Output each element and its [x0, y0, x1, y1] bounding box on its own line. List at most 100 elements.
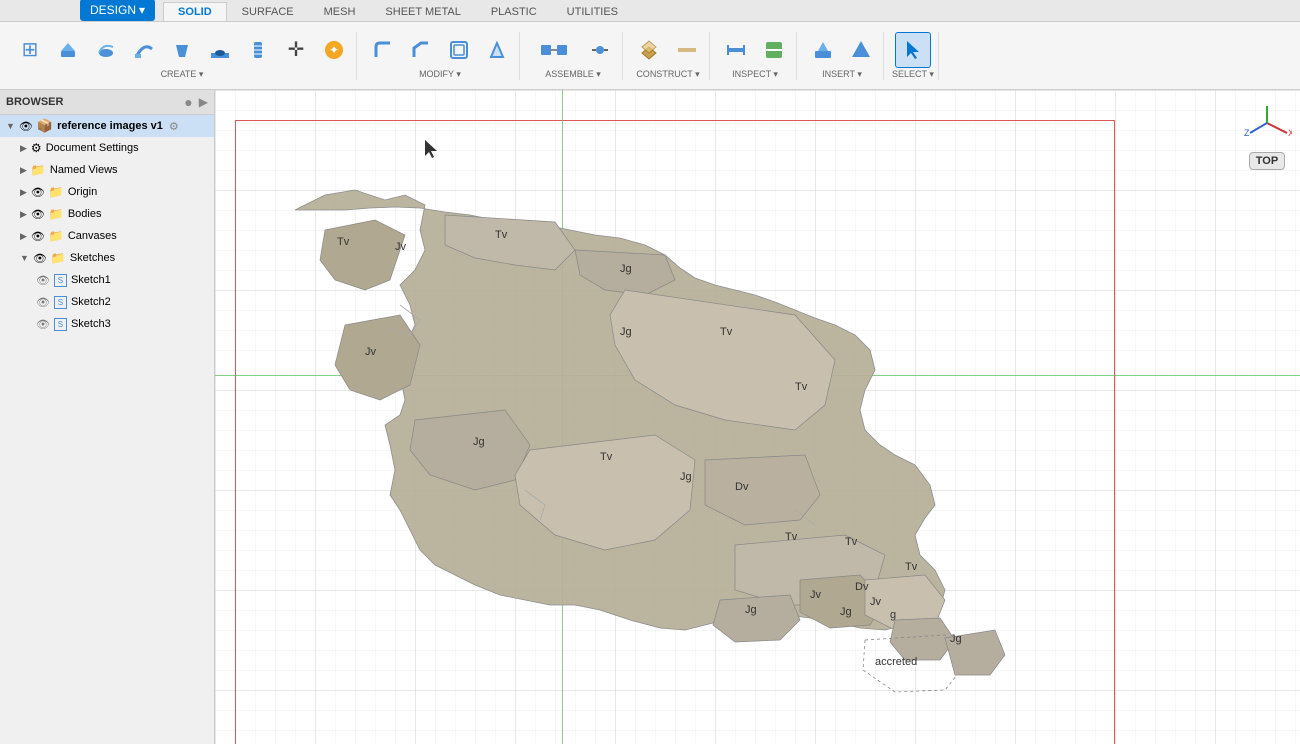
insert-mesh-button[interactable] [843, 32, 879, 68]
browser-arrow[interactable]: ▶ [199, 95, 208, 109]
folder-icon: 📁 [49, 207, 64, 221]
create-group: ⊞ [8, 32, 357, 80]
eye-icon[interactable]: 👁 [31, 208, 45, 221]
sidebar-item-canvases[interactable]: ▶ 👁 📁 Canvases [0, 225, 214, 247]
expand-icon: ▶ [20, 165, 27, 176]
tab-utilities[interactable]: UTILITIES [552, 2, 633, 21]
tab-surface[interactable]: SURFACE [227, 2, 309, 21]
svg-text:accreted: accreted [875, 656, 917, 668]
expand-icon: ▼ [20, 253, 29, 263]
bodies-label: Bodies [68, 208, 102, 220]
svg-text:X: X [1288, 128, 1292, 138]
sidebar-item-named-views[interactable]: ▶ 📁 Named Views [0, 159, 214, 181]
assemble-group: ASSEMBLE ▾ [524, 32, 623, 80]
eye-icon[interactable]: 👁 [31, 186, 45, 199]
svg-text:Jg: Jg [473, 436, 485, 448]
sidebar-item-document-settings[interactable]: ▶ ⚙ Document Settings [0, 137, 214, 159]
named-views-label: Named Views [50, 164, 118, 176]
axis-indicator: X Z [1242, 98, 1292, 148]
thread-button[interactable] [240, 32, 276, 68]
svg-text:Jg: Jg [620, 263, 632, 275]
tab-sheet-metal[interactable]: SHEET METAL [370, 2, 475, 21]
sidebar-item-sketches[interactable]: ▼ 👁 📁 Sketches [0, 247, 214, 269]
svg-text:Tv: Tv [905, 561, 918, 573]
svg-text:Jv: Jv [870, 596, 882, 608]
view-top-label[interactable]: TOP [1249, 152, 1285, 170]
eye-icon[interactable]: 👁 [19, 120, 33, 133]
sidebar-item-sketch3[interactable]: 👁 S Sketch3 [0, 313, 214, 335]
section-analysis-button[interactable] [756, 32, 792, 68]
tab-plastic[interactable]: PLASTIC [476, 2, 552, 21]
svg-text:Z: Z [1244, 128, 1250, 138]
view-cube-area: X Z TOP [1242, 98, 1292, 170]
sketch-icon: S [54, 318, 67, 331]
svg-text:Jg: Jg [950, 633, 962, 645]
viewport[interactable]: Tv Jv Tv Jg Tv Jv Jg Tv Dv Tv Tv Tv Dv J… [215, 90, 1300, 744]
design-label: DESIGN [90, 3, 136, 17]
joint-button[interactable] [582, 32, 618, 68]
top-label-text: TOP [1256, 155, 1278, 167]
svg-text:Tv: Tv [600, 451, 613, 463]
svg-text:Dv: Dv [855, 581, 869, 593]
insert-group: INSERT ▾ [801, 32, 884, 80]
design-button[interactable]: DESIGN ▾ [80, 0, 155, 21]
measure-button[interactable] [718, 32, 754, 68]
canvases-label: Canvases [68, 230, 117, 242]
svg-text:Jg: Jg [620, 326, 632, 338]
sweep-button[interactable] [126, 32, 162, 68]
expand-icon: ▶ [20, 231, 27, 242]
expand-icon: ▶ [20, 143, 27, 154]
construct-group: CONSTRUCT ▾ [627, 32, 710, 80]
select-button[interactable] [895, 32, 931, 68]
root-settings-icon[interactable]: ⚙ [169, 120, 179, 133]
fillet-button[interactable] [365, 32, 401, 68]
eye-icon[interactable]: 👁 [33, 252, 47, 265]
gear-icon: ⚙ [31, 141, 42, 155]
create-label: CREATE ▾ [161, 69, 204, 80]
svg-text:Tv: Tv [845, 536, 858, 548]
sidebar-item-sketch2[interactable]: 👁 S Sketch2 [0, 291, 214, 313]
sidebar-item-origin[interactable]: ▶ 👁 📁 Origin [0, 181, 214, 203]
sidebar: BROWSER ● ▶ ▼ 👁 📦 reference images v1 ⚙ … [0, 90, 215, 744]
move-button[interactable]: ✛ [278, 32, 314, 68]
revolve-button[interactable] [88, 32, 124, 68]
shell-button[interactable] [441, 32, 477, 68]
sidebar-item-sketch1[interactable]: 👁 S Sketch1 [0, 269, 214, 291]
eye-icon[interactable]: 👁 [31, 230, 45, 243]
sketch2-label: Sketch2 [71, 296, 111, 308]
draft-button[interactable] [479, 32, 515, 68]
svg-text:✦: ✦ [329, 43, 339, 57]
create-special-button[interactable]: ✦ [316, 32, 352, 68]
construct-label: CONSTRUCT ▾ [636, 69, 699, 80]
doc-settings-label: Document Settings [46, 142, 139, 154]
browser-dot[interactable]: ● [184, 94, 192, 110]
assemble-button[interactable] [528, 32, 580, 68]
eye-icon[interactable]: 👁 [36, 318, 50, 331]
sidebar-item-root[interactable]: ▼ 👁 📦 reference images v1 ⚙ [0, 115, 214, 137]
tab-mesh[interactable]: MESH [309, 2, 371, 21]
insert-button[interactable] [805, 32, 841, 68]
assemble-label: ASSEMBLE ▾ [545, 69, 601, 80]
offset-plane-button[interactable] [631, 32, 667, 68]
svg-text:Jg: Jg [680, 471, 692, 483]
eye-icon[interactable]: 👁 [36, 274, 50, 287]
chamfer-button[interactable] [403, 32, 439, 68]
tab-solid[interactable]: SOLID [163, 2, 227, 21]
svg-text:Tv: Tv [720, 326, 733, 338]
extrude-button[interactable] [50, 32, 86, 68]
component-icon: 📦 [37, 118, 53, 134]
midplane-button[interactable] [669, 32, 705, 68]
expand-icon: ▶ [20, 209, 27, 220]
loft-button[interactable] [164, 32, 200, 68]
svg-text:g: g [890, 609, 896, 621]
new-component-button[interactable]: ⊞ [12, 32, 48, 68]
svg-text:Jv: Jv [365, 346, 377, 358]
svg-text:Jg: Jg [745, 604, 757, 616]
browser-header: BROWSER ● ▶ [0, 90, 214, 115]
root-label: reference images v1 [57, 120, 163, 132]
eye-icon[interactable]: 👁 [36, 296, 50, 309]
geological-map: Tv Jv Tv Jg Tv Jv Jg Tv Dv Tv Tv Tv Dv J… [245, 150, 1125, 744]
sketch3-label: Sketch3 [71, 318, 111, 330]
hole-button[interactable] [202, 32, 238, 68]
sidebar-item-bodies[interactable]: ▶ 👁 📁 Bodies [0, 203, 214, 225]
